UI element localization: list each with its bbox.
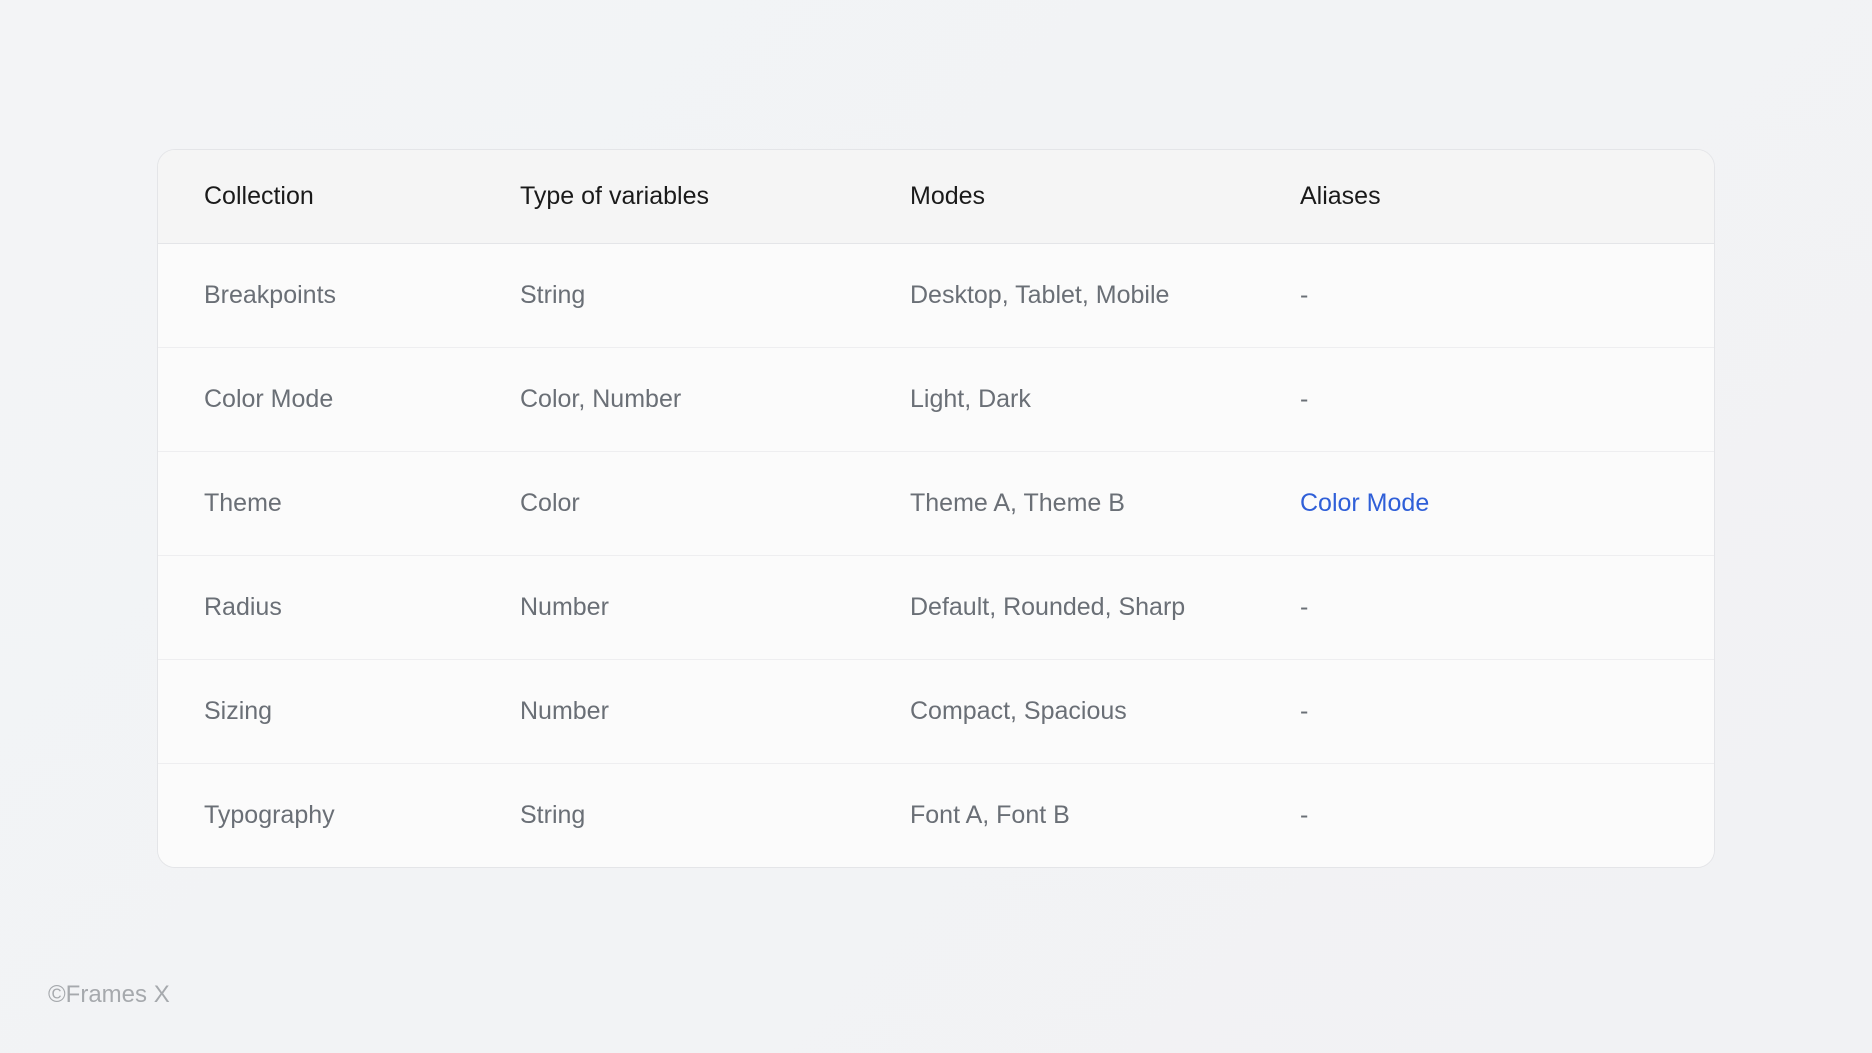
cell-type: Number: [520, 660, 910, 763]
table-header-row: Collection Type of variables Modes Alias…: [158, 150, 1714, 244]
table-row: Color ModeColor, NumberLight, Dark-: [158, 348, 1714, 452]
cell-type: String: [520, 244, 910, 347]
header-type: Type of variables: [520, 150, 910, 243]
table-row: TypographyStringFont A, Font B-: [158, 764, 1714, 867]
cell-aliases: -: [1300, 764, 1714, 867]
cell-type: Number: [520, 556, 910, 659]
variables-table: Collection Type of variables Modes Alias…: [157, 149, 1715, 868]
cell-modes: Default, Rounded, Sharp: [910, 556, 1300, 659]
table-body: BreakpointsStringDesktop, Tablet, Mobile…: [158, 244, 1714, 867]
header-modes: Modes: [910, 150, 1300, 243]
header-aliases: Aliases: [1300, 150, 1714, 243]
cell-type: Color: [520, 452, 910, 555]
cell-modes: Desktop, Tablet, Mobile: [910, 244, 1300, 347]
table-row: SizingNumberCompact, Spacious-: [158, 660, 1714, 764]
cell-collection: Color Mode: [158, 348, 520, 451]
cell-type: Color, Number: [520, 348, 910, 451]
header-collection: Collection: [158, 150, 520, 243]
cell-aliases: -: [1300, 348, 1714, 451]
cell-modes: Font A, Font B: [910, 764, 1300, 867]
cell-collection: Breakpoints: [158, 244, 520, 347]
cell-type: String: [520, 764, 910, 867]
cell-aliases-link[interactable]: Color Mode: [1300, 452, 1714, 555]
cell-collection: Typography: [158, 764, 520, 867]
cell-modes: Compact, Spacious: [910, 660, 1300, 763]
table-row: RadiusNumberDefault, Rounded, Sharp-: [158, 556, 1714, 660]
cell-aliases: -: [1300, 244, 1714, 347]
cell-modes: Light, Dark: [910, 348, 1300, 451]
cell-aliases: -: [1300, 556, 1714, 659]
table-row: BreakpointsStringDesktop, Tablet, Mobile…: [158, 244, 1714, 348]
cell-collection: Theme: [158, 452, 520, 555]
cell-collection: Sizing: [158, 660, 520, 763]
cell-collection: Radius: [158, 556, 520, 659]
cell-aliases: -: [1300, 660, 1714, 763]
table-row: ThemeColorTheme A, Theme BColor Mode: [158, 452, 1714, 556]
cell-modes: Theme A, Theme B: [910, 452, 1300, 555]
footer-credit: ©Frames X: [48, 981, 170, 1009]
